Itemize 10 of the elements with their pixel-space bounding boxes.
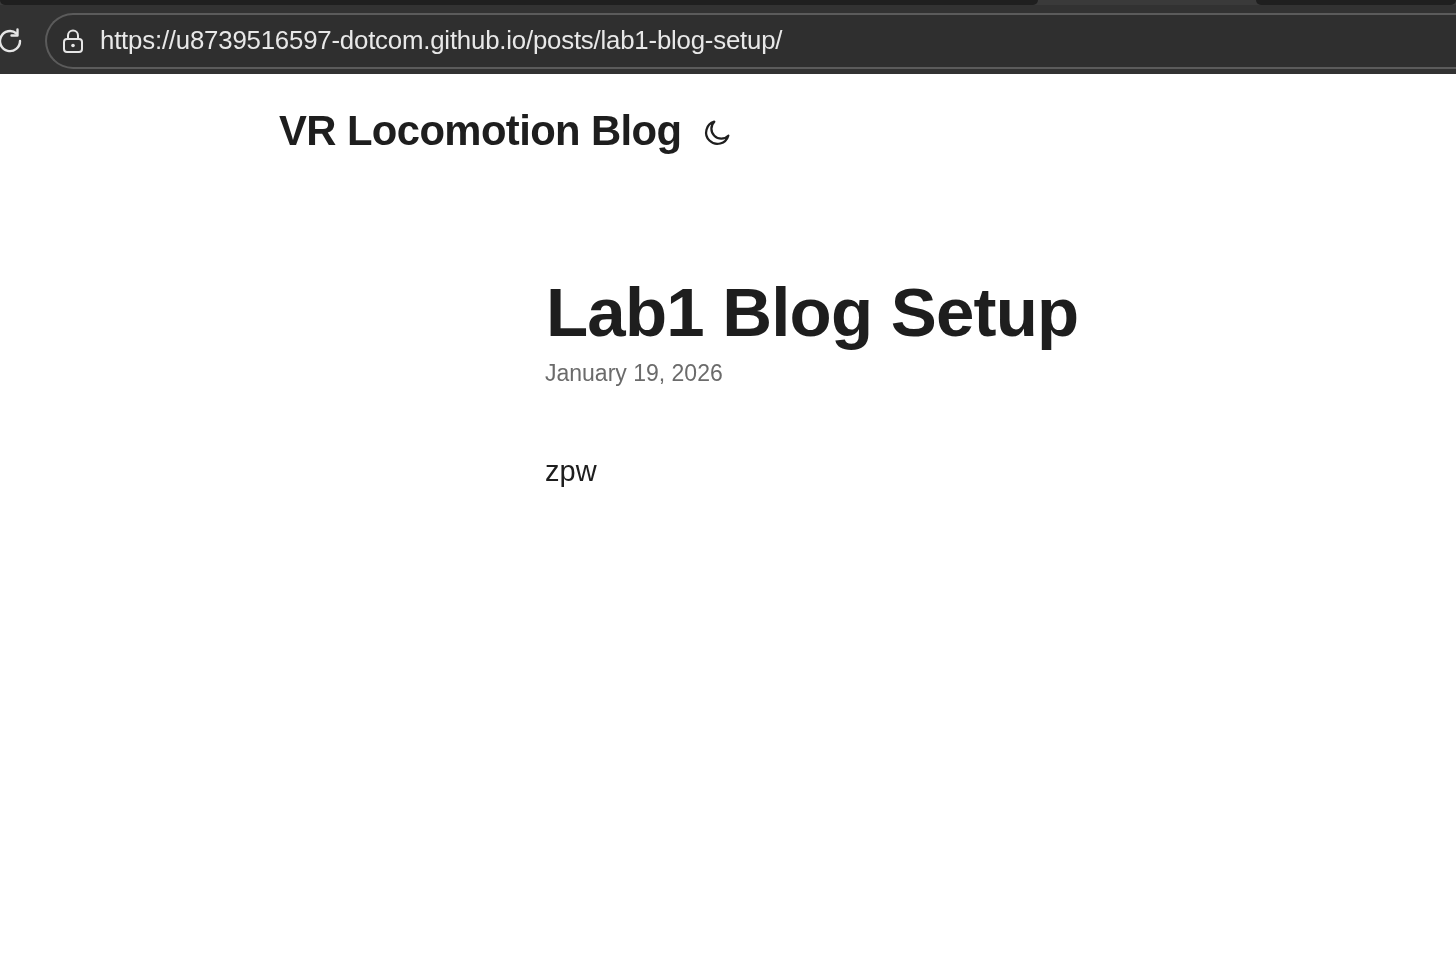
site-title-link[interactable]: VR Locomotion Blog <box>279 107 682 155</box>
moon-icon <box>703 119 731 147</box>
post-date: January 19, 2026 <box>545 359 723 387</box>
reload-icon[interactable] <box>0 27 23 54</box>
post-title: Lab1 Blog Setup <box>546 275 1079 351</box>
address-bar[interactable]: https://u8739516597-dotcom.github.io/posts/lab1-blog-setup/ <box>45 12 1456 69</box>
theme-toggle-button[interactable] <box>702 118 732 148</box>
lock-icon[interactable] <box>62 28 84 53</box>
post-body-text: zpw <box>545 454 597 488</box>
url-text: https://u8739516597-dotcom.github.io/posts/lab1-blog-setup/ <box>100 26 783 55</box>
